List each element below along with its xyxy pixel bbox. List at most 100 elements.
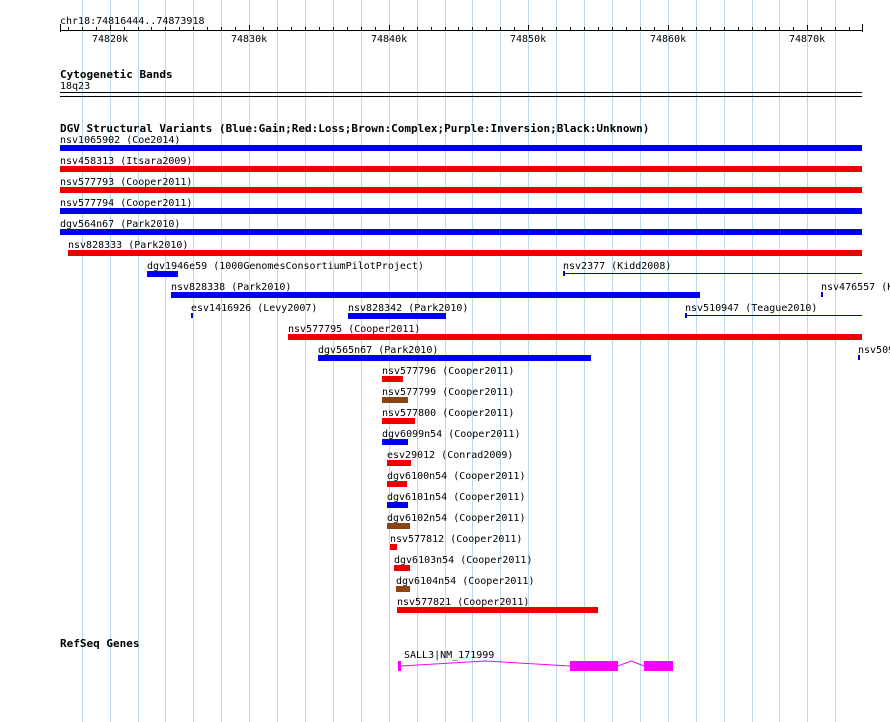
ruler-tick-label: 74830k [231,34,268,45]
ruler-tick [305,27,306,31]
dgv-track-title: DGV Structural Variants (Blue:Gain;Red:L… [60,122,650,135]
ruler-tick [165,27,166,31]
dgv-feature-bar[interactable] [60,166,862,172]
ruler-tick-label: 74840k [371,34,408,45]
dgv-feature-label[interactable]: dgv6103n54 (Cooper2011) [394,555,532,566]
ruler-tick [598,27,599,31]
dgv-feature-bar[interactable] [685,315,862,316]
dgv-feature-bar[interactable] [318,355,591,361]
dgv-feature-bar[interactable] [396,586,410,592]
ruler-tick [249,25,250,31]
refseq-gene-model[interactable] [0,655,890,675]
cytoband-track-bottom-line [60,96,862,97]
ruler-tick [361,27,362,31]
ruler-tick [556,27,557,31]
ruler-tick [668,25,669,31]
dgv-feature-bar[interactable] [382,439,408,445]
dgv-feature-label[interactable]: nsv509 [858,345,890,356]
dgv-feature-bar[interactable] [60,187,862,193]
dgv-feature-label[interactable]: nsv2377 (Kidd2008) [563,261,671,272]
dgv-feature-bar[interactable] [387,460,411,466]
ruler-tick [347,27,348,31]
dgv-feature-bar[interactable] [387,481,407,487]
dgv-feature-label[interactable]: nsv577812 (Cooper2011) [390,534,522,545]
dgv-feature-label[interactable]: dgv6104n54 (Cooper2011) [396,576,534,587]
ruler-tick [277,27,278,31]
ruler-tick [96,27,97,31]
ruler-tick [821,27,822,31]
ruler-tick [221,27,222,31]
dgv-feature-label[interactable]: dgv1946e59 (1000GenomesConsortiumPilotPr… [147,261,424,272]
ruler-tick-label: 74870k [789,34,826,45]
dgv-feature-bar[interactable] [821,294,823,295]
ruler-tick [765,27,766,31]
ruler-tick [640,27,641,31]
ruler-tick [654,27,655,31]
ruler-tick [263,27,264,31]
dgv-feature-label[interactable]: nsv476557 (Kidd2008) [821,282,890,293]
ruler-tick [193,27,194,31]
dgv-feature-label[interactable]: dgv6100n54 (Cooper2011) [387,471,525,482]
dgv-feature-bar[interactable] [387,502,408,508]
ruler-tick-label: 74820k [92,34,129,45]
dgv-feature-bar[interactable] [60,229,862,235]
dgv-feature-bar[interactable] [387,523,410,529]
ruler-tick [696,27,697,31]
cytoband-track-title: Cytogenetic Bands [60,68,173,81]
ruler-tick [486,27,487,31]
ruler-tick [179,27,180,31]
dgv-feature-bar[interactable] [147,271,178,277]
dgv-feature-label[interactable]: esv1416926 (Levy2007) [191,303,317,314]
ruler-tick [807,25,808,31]
ruler-baseline [60,30,862,31]
ruler-tick [793,27,794,31]
ruler-tick [570,27,571,31]
dgv-feature-bar[interactable] [60,208,862,214]
ruler-tick [724,27,725,31]
ruler-tick [403,27,404,31]
dgv-feature-bar[interactable] [382,376,403,382]
position-label: chr18:74816444..74873918 [60,16,205,27]
refseq-exon [398,661,401,671]
dgv-feature-bar[interactable] [171,292,700,298]
cytoband-label: 18q23 [60,81,91,92]
dgv-feature-bar[interactable] [563,273,862,274]
dgv-feature-bar[interactable] [397,607,598,613]
dgv-feature-bar[interactable] [382,418,415,424]
ruler-tick [542,27,543,31]
refseq-track-title: RefSeq Genes [60,637,140,650]
ruler-tick [207,27,208,31]
dgv-feature-bar[interactable] [60,145,862,151]
grid-lines [82,0,836,722]
ruler-tick [82,27,83,31]
cytoband-track-top-line [60,92,862,93]
ruler-tick [626,27,627,31]
dgv-feature-bar[interactable] [394,565,410,571]
ruler-tick [235,27,236,31]
refseq-exon [570,661,618,671]
ruler-tick [849,27,850,31]
dgv-feature-bar[interactable] [858,357,860,358]
ruler-tick [291,27,292,31]
ruler-tick [389,25,390,31]
dgv-feature-bar[interactable] [382,397,408,403]
ruler-tick [417,27,418,31]
ruler-tick [110,25,111,31]
ruler-tick [431,27,432,31]
ruler-tick [445,27,446,31]
ruler-tick [779,27,780,31]
ruler-tick [612,27,613,31]
ruler-tick [319,27,320,31]
dgv-feature-bar[interactable] [390,544,397,550]
dgv-feature-label[interactable]: nsv510947 (Teague2010) [685,303,817,314]
dgv-feature-bar[interactable] [68,250,862,256]
ruler-tick-label: 74860k [650,34,687,45]
ruler-end-tick [862,24,863,32]
dgv-feature-bar[interactable] [191,315,193,316]
dgv-feature-bar[interactable] [288,334,862,340]
refseq-exon [644,661,673,671]
ruler-tick [710,27,711,31]
ruler-tick [514,27,515,31]
ruler-tick [472,27,473,31]
dgv-feature-bar[interactable] [348,313,446,319]
